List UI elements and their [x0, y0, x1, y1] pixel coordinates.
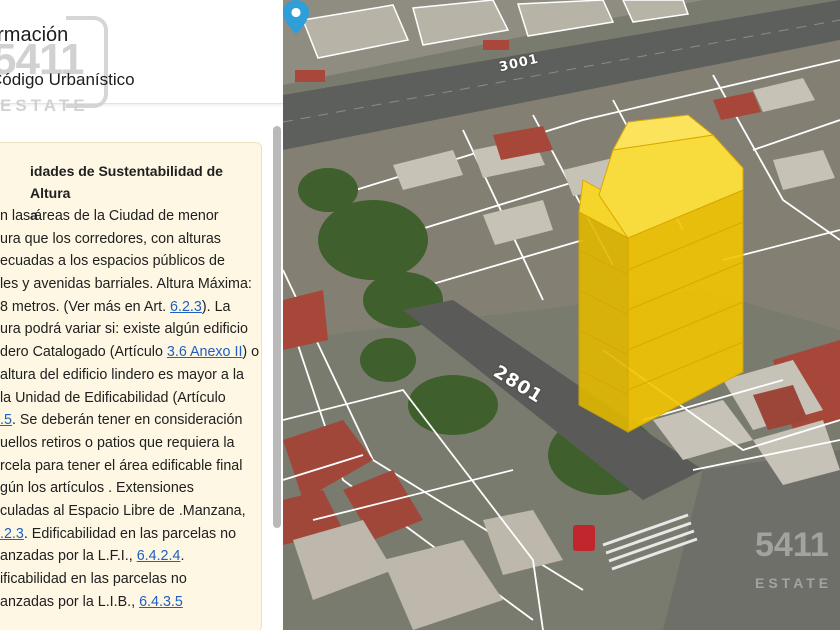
card-text-line: ura que los corredores, con alturas [0, 228, 270, 251]
panel-scrollbar[interactable] [273, 126, 281, 528]
card-text: uellos retiros o patios que requiera la [0, 434, 235, 451]
card-text-line: rcela para tener el área edificable fina… [0, 455, 270, 478]
card-text: anzadas por la L.I.B., [0, 593, 140, 610]
card-text: ecuadas a los espacios públicos de [0, 253, 225, 270]
card-text-line: altura del edificio lindero es mayor a l… [0, 364, 270, 387]
card-text-line: .2.3. Edificabilidad en las parcelas no [0, 523, 270, 546]
card-text: ificabilidad en las parcelas no [0, 571, 187, 587]
panel-subtitle: Código Urbanístico [0, 70, 135, 89]
card-text-line: anzadas por la L.F.I., 6.4.2.4. [0, 545, 270, 568]
card-text-line: ecuadas a los espacios públicos de [0, 250, 270, 273]
article-link[interactable]: 6.4.3.5 [139, 594, 183, 610]
card-text-line: ificabilidad en las parcelas no [0, 568, 270, 591]
card-text: . Edificabilidad en las parcelas no [23, 525, 237, 542]
info-panel: 5411 ESTATE ormación Código Urbanístico … [0, 0, 283, 630]
watermark-number: 5411 [755, 526, 829, 564]
card-text-line: .5. Se deberán tener en consideración [0, 409, 270, 432]
map-view[interactable]: 3001 2801 5411 ESTATE [283, 0, 840, 630]
article-link[interactable]: .2.3 [0, 526, 24, 542]
panel-header: 5411 ESTATE ormación Código Urbanístico [0, 0, 283, 114]
card-text: anzadas por la L.F.I., [0, 548, 137, 565]
card-text: gún los artículos . Extensiones [0, 480, 194, 497]
card-text: 8 metros. (Ver más en Art. [0, 298, 171, 315]
article-link[interactable]: 3.6 Anexo II [167, 344, 243, 360]
card-text-line: n las áreas de la Ciudad de menor [0, 205, 270, 228]
logo-word: ESTATE [0, 96, 89, 115]
card-text-line: culadas al Espacio Libre de .Manzana, [0, 500, 270, 523]
card-text-line: anzadas por la L.I.B., 6.4.3.5 [0, 591, 270, 614]
card-text: les y avenidas barriales. Altura Máxima: [0, 276, 252, 293]
card-text-line: gún los artículos . Extensiones [0, 477, 270, 500]
card-text: n las áreas de la Ciudad de menor [0, 208, 219, 224]
card-text: culadas al Espacio Libre de .Manzana, [0, 502, 246, 519]
card-text: la Unidad de Edificabilidad (Artículo [0, 389, 226, 406]
card-text-line: uellos retiros o patios que requiera la [0, 432, 270, 455]
card-text: rcela para tener el área edificable fina… [0, 457, 243, 474]
card-text: ). La [201, 298, 231, 315]
card-text: . Se deberán tener en consideración [11, 412, 243, 429]
card-text: ura podrá variar si: existe algún edific… [0, 321, 248, 338]
watermark-word: ESTATE [755, 575, 833, 591]
card-text: dero Catalogado (Artículo [0, 344, 167, 361]
card-text-line: 8 metros. (Ver más en Art. 6.2.3). La [0, 296, 270, 319]
location-pin-icon[interactable] [283, 0, 309, 34]
map-watermark: 5411 ESTATE [755, 518, 840, 613]
card-text-line: les y avenidas barriales. Altura Máxima: [0, 273, 270, 296]
article-link[interactable]: 6.2.3 [170, 299, 202, 315]
card-text: altura del edificio lindero es mayor a l… [0, 366, 244, 383]
card-body: n las áreas de la Ciudad de menor ura que… [0, 205, 270, 613]
article-link[interactable]: .5 [0, 412, 12, 428]
card-text: ) o [242, 344, 260, 361]
card-text: ura que los corredores, con alturas [0, 230, 221, 247]
card-text: . [180, 548, 185, 565]
panel-title: ormación [0, 24, 69, 46]
card-text-line: ura podrá variar si: existe algún edific… [0, 318, 270, 341]
article-link[interactable]: 6.4.2.4 [137, 548, 181, 564]
card-text-line: dero Catalogado (Artículo 3.6 Anexo II) … [0, 341, 270, 364]
card-text-line: la Unidad de Edificabilidad (Artículo [0, 387, 270, 410]
